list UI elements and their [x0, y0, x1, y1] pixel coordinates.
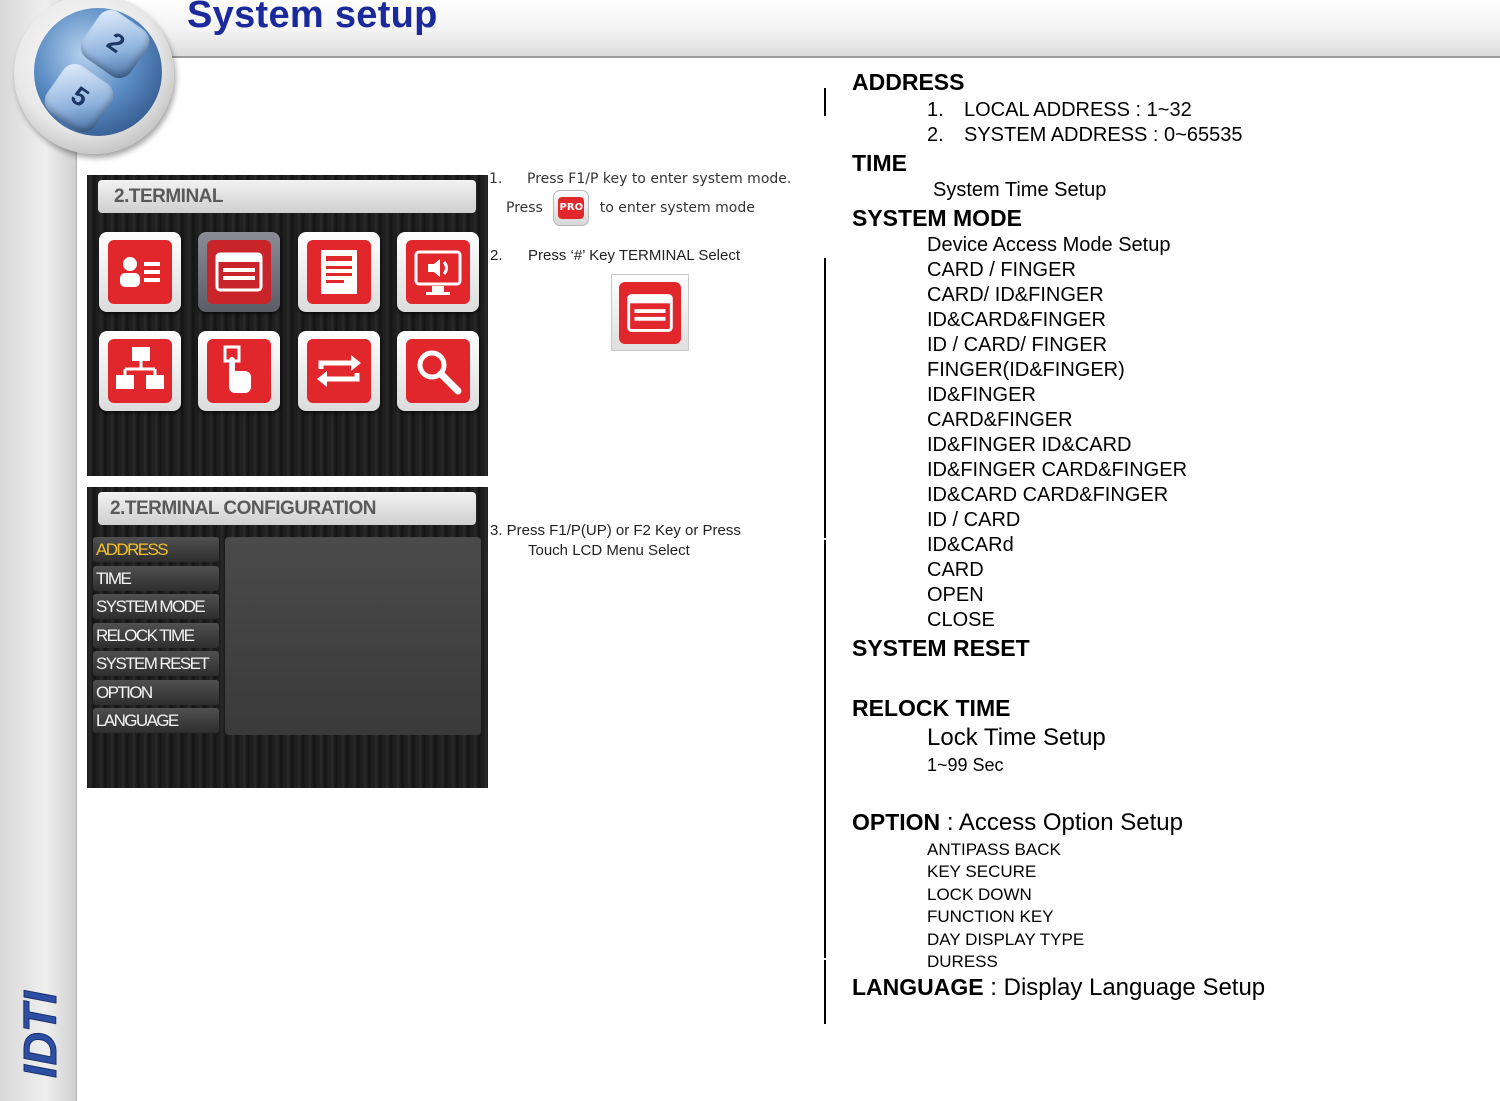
language-label: LANGUAGE: [852, 974, 984, 1000]
touch-tile[interactable]: [198, 331, 280, 411]
system-mode-item: CLOSE: [927, 609, 995, 631]
step-1b-suffix: to enter system mode: [599, 200, 755, 216]
divider-line: [824, 88, 826, 116]
menu-item-time[interactable]: TIME: [93, 566, 219, 591]
time-description: System Time Setup: [933, 179, 1107, 201]
step-1-text: Press F1/P key to enter system mode.: [527, 171, 792, 187]
search-icon: [406, 339, 470, 403]
network-tile[interactable]: [99, 331, 181, 411]
keypad-logo: 2 5: [14, 0, 174, 154]
relock-time-heading: RELOCK TIME: [852, 695, 1011, 721]
option-item: ANTIPASS BACK: [927, 840, 1061, 859]
step-2-text: Press ‘#’ Key TERMINAL Select: [528, 247, 741, 264]
option-label: OPTION: [852, 809, 941, 835]
keypad-logo-inner: 2 5: [34, 8, 162, 136]
step-3-line-1: 3. Press F1/P(UP) or F2 Key or Press: [490, 522, 741, 539]
menu-item-option[interactable]: OPTION: [93, 680, 219, 705]
terminal-icon: [207, 240, 271, 304]
sync-icon: [307, 339, 371, 403]
step-3-line-2: Touch LCD Menu Select: [528, 542, 690, 559]
terminal-small-icon: [611, 274, 689, 351]
step-1b: Press PRO to enter system mode: [506, 190, 755, 226]
speaker-monitor-icon: [406, 240, 470, 304]
system-mode-item: ID&CARD&FINGER: [927, 309, 1106, 331]
system-mode-item: ID&CARD CARD&FINGER: [927, 484, 1169, 506]
menu-item-relock-time[interactable]: RELOCK TIME: [93, 623, 219, 648]
system-mode-item: FINGER(ID&FINGER): [927, 359, 1125, 381]
document-icon: [307, 240, 371, 304]
time-heading: TIME: [852, 150, 907, 176]
relock-time-description: Lock Time Setup: [927, 724, 1106, 751]
menu-item-address[interactable]: ADDRESS: [93, 537, 219, 562]
language-description: : Display Language Setup: [983, 974, 1266, 1001]
system-mode-item: ID&FINGER ID&CARD: [927, 434, 1132, 456]
system-mode-heading: SYSTEM MODE: [852, 205, 1022, 231]
system-mode-item: ID / CARD: [927, 509, 1021, 531]
system-reset-heading: SYSTEM RESET: [852, 635, 1030, 661]
terminal-tile[interactable]: [198, 232, 280, 312]
system-mode-item: ID&FINGER CARD&FINGER: [927, 459, 1188, 481]
document-tile[interactable]: [298, 232, 380, 312]
network-icon: [108, 339, 172, 403]
step-1b-prefix: Press: [506, 200, 543, 216]
option-item: LOCK DOWN: [927, 885, 1032, 904]
system-mode-item: CARD: [927, 559, 984, 581]
divider-line: [824, 960, 826, 1024]
brand-logo: IDTI: [14, 989, 67, 1078]
pro-button-label: PRO: [558, 197, 585, 219]
divider-line: [824, 540, 826, 958]
menu-item-system-reset[interactable]: SYSTEM RESET: [93, 651, 219, 676]
language-heading: LANGUAGE : Display Language Setup: [852, 974, 1265, 1002]
address-item: 1. LOCAL ADDRESS : 1~32: [927, 99, 1192, 122]
profile-icon: [108, 240, 172, 304]
system-mode-item: CARD/ ID&FINGER: [927, 284, 1104, 306]
menu-detail-panel: [225, 537, 481, 735]
step-2-number: 2.: [490, 247, 503, 264]
address-item-text: LOCAL ADDRESS : 1~32: [964, 99, 1192, 121]
system-mode-item: ID / CARD/ FINGER: [927, 334, 1108, 356]
address-item-number: 2.: [927, 124, 944, 146]
system-mode-item: OPEN: [927, 584, 984, 606]
option-heading: OPTION : Access Option Setup: [852, 809, 1183, 837]
svg-text:IDTI: IDTI: [14, 990, 66, 1078]
screen-title: 2.TERMINAL: [98, 180, 476, 213]
search-tile[interactable]: [397, 331, 479, 411]
system-mode-item: CARD&FINGER: [927, 409, 1073, 431]
sync-tile[interactable]: [298, 331, 380, 411]
address-item-text: SYSTEM ADDRESS : 0~65535: [964, 124, 1243, 146]
page-title: System setup: [187, 0, 438, 36]
terminal-screenshot: 2.TERMINAL: [87, 175, 488, 476]
speaker-monitor-tile[interactable]: [397, 232, 479, 312]
option-description: : Access Option Setup: [940, 809, 1183, 836]
address-item: 2. SYSTEM ADDRESS : 0~65535: [927, 124, 1242, 147]
touch-icon: [207, 339, 271, 403]
terminal-configuration-screenshot: 2.TERMINAL CONFIGURATION ADDRESS TIME SY…: [87, 487, 488, 788]
system-mode-item: ID&FINGER: [927, 384, 1036, 406]
option-item: KEY SECURE: [927, 862, 1037, 881]
step-1: 1. Press F1/P key to enter system mode.: [489, 171, 791, 187]
option-item: DAY DISPLAY TYPE: [927, 930, 1085, 949]
relock-time-range: 1~99 Sec: [927, 755, 1004, 775]
menu-item-language[interactable]: LANGUAGE: [93, 708, 219, 733]
option-item: FUNCTION KEY: [927, 907, 1054, 926]
address-heading: ADDRESS: [852, 69, 965, 95]
step-1-number: 1.: [489, 171, 503, 187]
system-mode-item: ID&CARd: [927, 534, 1014, 556]
left-band: [0, 0, 77, 1101]
option-item: DURESS: [927, 952, 998, 971]
system-mode-item: CARD / FINGER: [927, 259, 1076, 281]
step-2: 2. Press ‘#’ Key TERMINAL Select: [490, 247, 740, 264]
address-item-number: 1.: [927, 99, 944, 121]
profile-tile[interactable]: [99, 232, 181, 312]
divider-line: [824, 258, 826, 538]
menu-item-system-mode[interactable]: SYSTEM MODE: [93, 594, 219, 619]
system-mode-item: Device Access Mode Setup: [927, 234, 1171, 256]
screen-background: [87, 175, 488, 476]
pro-button-icon: PRO: [553, 190, 590, 226]
screen-title: 2.TERMINAL CONFIGURATION: [98, 492, 476, 525]
